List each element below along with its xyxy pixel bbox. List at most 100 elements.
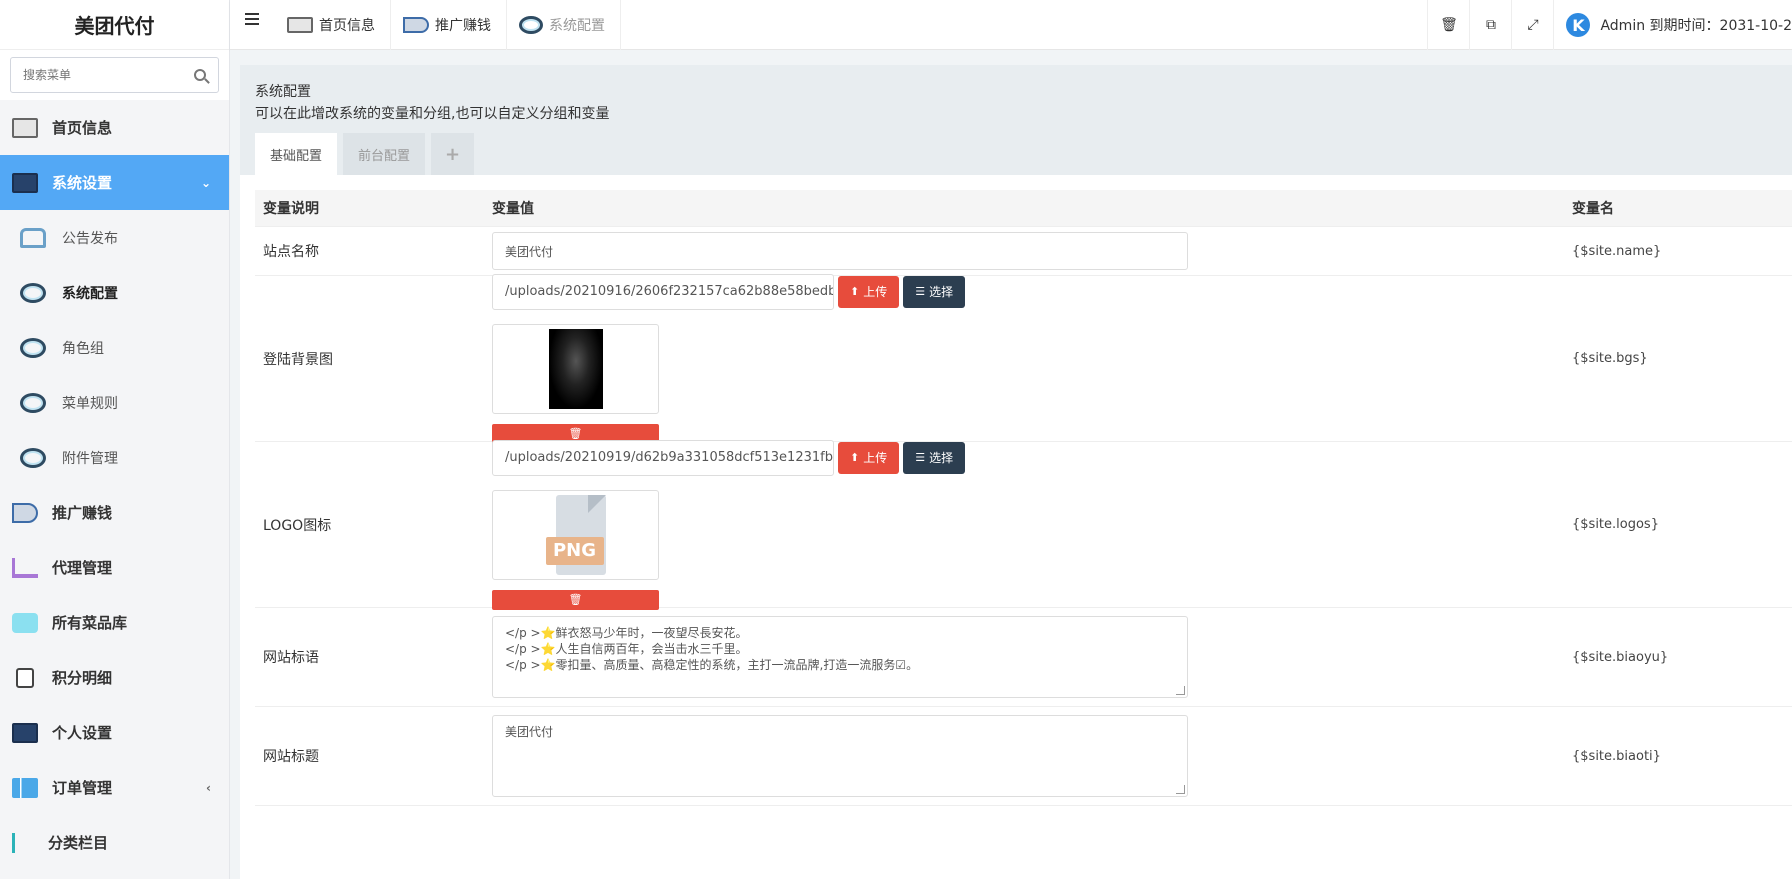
add-tab-button[interactable]: + [431, 133, 475, 175]
topbar-actions: 🗑 ⧉ ⤢ K Admin 到期时间：2031-10-2 [1427, 0, 1792, 50]
table-row: 站点名称 美团代付 {$site.name} [255, 227, 1792, 276]
search-input[interactable] [23, 68, 194, 82]
sidebar-item-announcement[interactable]: 公告发布 [0, 210, 229, 265]
sidebar-item-system-settings[interactable]: 系统设置 ⌄ [0, 155, 229, 210]
sidebar-item-label: 代理管理 [52, 559, 113, 577]
textarea-line: </p >⭐人生自信两百年，会当击水三千里。 [505, 642, 748, 656]
upload-icon: ⬆ [850, 451, 860, 464]
search-box [10, 57, 219, 93]
sidebar-menu: 首页信息 系统设置 ⌄ 公告发布 系统配置 角色组 菜单规则 附件管理 推广赚钱… [0, 100, 229, 870]
tab-label: 推广赚钱 [435, 18, 491, 34]
bell-icon [20, 227, 46, 248]
logo-path-input[interactable]: /uploads/20210919/d62b9a331058dcf513e123… [492, 439, 834, 476]
tab-home[interactable]: 首页信息 [275, 0, 391, 50]
sidebar-item-label: 角色组 [62, 340, 104, 357]
sidebar: 美团代付 首页信息 系统设置 ⌄ 公告发布 系统配置 [0, 0, 230, 879]
upload-line: /uploads/20210919/d62b9a331058dcf513e123… [492, 439, 1564, 476]
list-icon: ☰ [915, 451, 926, 464]
sidebar-item-dishes[interactable]: 所有菜品库 [0, 595, 229, 650]
window-icon [12, 722, 38, 743]
row-value: 美团代付 [492, 715, 1564, 797]
png-file-icon: PNG [545, 494, 606, 575]
row-label: 网站标题 [263, 749, 319, 765]
trash-icon[interactable]: 🗑 [1427, 0, 1469, 50]
sidebar-item-label: 系统配置 [62, 285, 118, 302]
upload-button[interactable]: ⬆ 上传 [838, 441, 900, 474]
tab-frontend-config[interactable]: 前台配置 [343, 133, 426, 175]
sidebar-item-categories[interactable]: 分类栏目 [0, 815, 229, 870]
chevron-left-icon: ‹ [206, 780, 211, 795]
sidebar-item-promotion[interactable]: 推广赚钱 [0, 485, 229, 540]
translate-icon[interactable]: ⧉ [1469, 0, 1511, 50]
row-label: 登陆背景图 [263, 351, 333, 368]
avatar: K [1566, 13, 1591, 37]
search-icon[interactable] [194, 69, 206, 81]
trash-icon: 🗑 [568, 427, 583, 440]
logo-preview: PNG [492, 489, 659, 580]
config-panel: 系统配置 可以在此增改系统的变量和分组,也可以自定义分组和变量 基础配置 前台配… [240, 65, 1792, 879]
sidebar-item-label: 公告发布 [62, 230, 118, 247]
sidebar-item-menu-rules[interactable]: 菜单规则 [0, 375, 229, 430]
sidebar-item-label: 菜单规则 [62, 395, 118, 412]
row-var: {$site.bgs} [1572, 351, 1648, 366]
textarea-line: </p >⭐鲜衣怒马少年时，一夜望尽長安花。 [505, 626, 748, 640]
table-row: 网站标语 </p >⭐鲜衣怒马少年时，一夜望尽長安花。 </p >⭐人生自信两百… [255, 608, 1792, 707]
table-row: 登陆背景图 /uploads/20210916/2606f232157ca62b… [255, 273, 1792, 444]
sidebar-search [0, 50, 229, 100]
slogan-textarea[interactable]: </p >⭐鲜衣怒马少年时，一夜望尽長安花。 </p >⭐人生自信两百年，会当击… [492, 616, 1188, 698]
grid-icon [12, 777, 38, 798]
sidebar-item-role-group[interactable]: 角色组 [0, 320, 229, 375]
textarea-line: </p >⭐零扣量、高质量、高稳定性的系统，主打一流品牌,打造一流服务☑。 [505, 658, 919, 672]
sidebar-item-agents[interactable]: 代理管理 [0, 540, 229, 595]
ring-icon [20, 392, 46, 413]
list-icon: ☰ [915, 285, 926, 298]
megaphone-icon [12, 502, 38, 523]
bg-image-path-input[interactable]: /uploads/20210916/2606f232157ca62b88e58b… [492, 273, 834, 310]
column-header: 变量名 [1572, 201, 1614, 217]
sidebar-item-label: 订单管理 [52, 779, 113, 797]
tab-label: 系统配置 [549, 18, 605, 34]
sidebar-item-label: 积分明细 [52, 669, 113, 687]
panel-header: 系统配置 可以在此增改系统的变量和分组,也可以自定义分组和变量 基础配置 前台配… [240, 65, 1792, 175]
png-label: PNG [545, 536, 604, 565]
row-var: {$site.name} [1572, 243, 1662, 259]
user-menu[interactable]: K Admin 到期时间：2031-10-2 [1553, 0, 1792, 50]
row-value: /uploads/20210916/2606f232157ca62b88e58b… [492, 273, 1564, 444]
sidebar-item-label: 所有菜品库 [52, 614, 128, 632]
ring-icon [20, 337, 46, 358]
row-label: 站点名称 [263, 244, 319, 260]
button-label: 上传 [863, 451, 888, 465]
sidebar-item-orders[interactable]: 订单管理 ‹ [0, 760, 229, 815]
tab-system-config[interactable]: 系统配置 [507, 0, 621, 50]
sidebar-item-attachments[interactable]: 附件管理 [0, 430, 229, 485]
button-label: 选择 [929, 285, 954, 299]
tab-promotion[interactable]: 推广赚钱 [391, 0, 507, 50]
fullscreen-icon[interactable]: ⤢ [1511, 0, 1553, 50]
config-table: 变量说明 变量值 变量名 站点名称 美团代付 {$site.name} 登陆背景… [255, 190, 1792, 806]
upload-button[interactable]: ⬆ 上传 [838, 275, 900, 308]
card-icon [287, 17, 313, 33]
choose-button[interactable]: ☰ 选择 [903, 275, 966, 308]
row-var: {$site.biaoti} [1572, 748, 1661, 764]
top-tabs: 首页信息 推广赚钱 系统配置 [275, 0, 621, 50]
row-var: {$site.logos} [1572, 517, 1659, 532]
button-label: 上传 [863, 285, 888, 299]
delete-image-button[interactable]: 🗑 [492, 589, 659, 610]
choose-button[interactable]: ☰ 选择 [903, 441, 966, 474]
sidebar-item-profile[interactable]: 个人设置 [0, 705, 229, 760]
megaphone-icon [403, 17, 429, 33]
hamburger-icon[interactable] [245, 13, 259, 25]
tab-basic-config[interactable]: 基础配置 [255, 133, 338, 175]
window-icon [12, 172, 38, 193]
tab-label: 首页信息 [319, 18, 375, 34]
sidebar-item-home[interactable]: 首页信息 [0, 100, 229, 155]
sidebar-item-points[interactable]: 积分明细 [0, 650, 229, 705]
sidebar-item-system-config[interactable]: 系统配置 [0, 265, 229, 320]
main-content: 系统配置 可以在此增改系统的变量和分组,也可以自定义分组和变量 基础配置 前台配… [230, 50, 1792, 879]
row-label: LOGO图标 [263, 517, 332, 534]
site-title-textarea[interactable]: 美团代付 [492, 715, 1188, 797]
sidebar-item-label: 首页信息 [52, 119, 113, 137]
table-row: LOGO图标 /uploads/20210919/d62b9a331058dcf… [255, 439, 1792, 610]
user-info: Admin 到期时间：2031-10-2 [1600, 18, 1792, 34]
site-name-input[interactable]: 美团代付 [492, 232, 1188, 270]
